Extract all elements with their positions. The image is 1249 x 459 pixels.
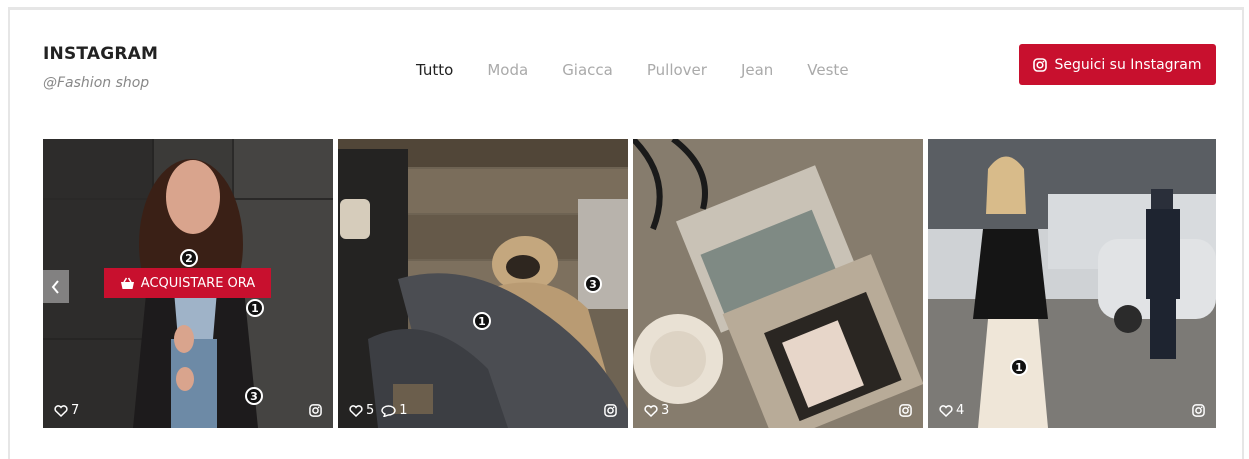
post-stats: 4 bbox=[939, 403, 971, 418]
product-hotspot[interactable]: 3 bbox=[245, 387, 263, 405]
buy-now-button[interactable]: ACQUISTARE ORA bbox=[104, 268, 271, 298]
instagram-post-4[interactable]: 1 4 bbox=[928, 139, 1216, 428]
instagram-icon bbox=[604, 404, 617, 417]
comments-count: 1 bbox=[381, 403, 408, 418]
post-stats: 5 1 bbox=[349, 403, 415, 418]
heart-icon bbox=[939, 404, 953, 417]
tab-pullover[interactable]: Pullover bbox=[647, 61, 707, 79]
product-hotspot[interactable]: 3 bbox=[584, 275, 602, 293]
follow-instagram-button[interactable]: Seguici su Instagram bbox=[1019, 44, 1216, 85]
comment-icon bbox=[381, 404, 396, 417]
post-image bbox=[928, 139, 1216, 428]
chevron-left-icon bbox=[51, 279, 59, 294]
heart-icon bbox=[54, 404, 68, 417]
buy-now-label: ACQUISTARE ORA bbox=[140, 275, 256, 291]
instagram-post-3[interactable]: 3 bbox=[633, 139, 923, 428]
product-hotspot[interactable]: 1 bbox=[1010, 358, 1028, 376]
instagram-icon bbox=[899, 404, 912, 417]
likes-count: 5 bbox=[349, 403, 374, 418]
product-hotspot[interactable]: 2 bbox=[180, 249, 198, 267]
heart-icon bbox=[644, 404, 658, 417]
tab-giacca[interactable]: Giacca bbox=[562, 61, 613, 79]
heart-icon bbox=[349, 404, 363, 417]
likes-count: 7 bbox=[54, 403, 79, 418]
instagram-post-2[interactable]: 3 1 5 1 bbox=[338, 139, 628, 428]
instagram-icon bbox=[309, 404, 322, 417]
shopping-basket-icon bbox=[120, 277, 134, 289]
instagram-post-1[interactable]: 2 ACQUISTARE ORA 1 3 7 bbox=[43, 139, 333, 428]
product-hotspot[interactable]: 1 bbox=[246, 299, 264, 317]
post-image bbox=[633, 139, 923, 428]
carousel-prev-button[interactable] bbox=[43, 270, 69, 303]
section-title: INSTAGRAM bbox=[43, 44, 159, 64]
post-stats: 3 bbox=[644, 403, 676, 418]
tab-jean[interactable]: Jean bbox=[741, 61, 773, 79]
tab-veste[interactable]: Veste bbox=[807, 61, 848, 79]
follow-button-label: Seguici su Instagram bbox=[1054, 56, 1202, 73]
post-stats: 7 bbox=[54, 403, 86, 418]
filter-tabs: Tutto Moda Giacca Pullover Jean Veste bbox=[416, 61, 883, 79]
instagram-icon bbox=[1033, 57, 1048, 72]
instagram-icon bbox=[1192, 404, 1205, 417]
product-hotspot[interactable]: 1 bbox=[473, 312, 491, 330]
tab-moda[interactable]: Moda bbox=[487, 61, 528, 79]
likes-count: 4 bbox=[939, 403, 964, 418]
tab-tutto[interactable]: Tutto bbox=[416, 61, 453, 79]
likes-count: 3 bbox=[644, 403, 669, 418]
section-subtitle: @Fashion shop bbox=[43, 75, 150, 91]
